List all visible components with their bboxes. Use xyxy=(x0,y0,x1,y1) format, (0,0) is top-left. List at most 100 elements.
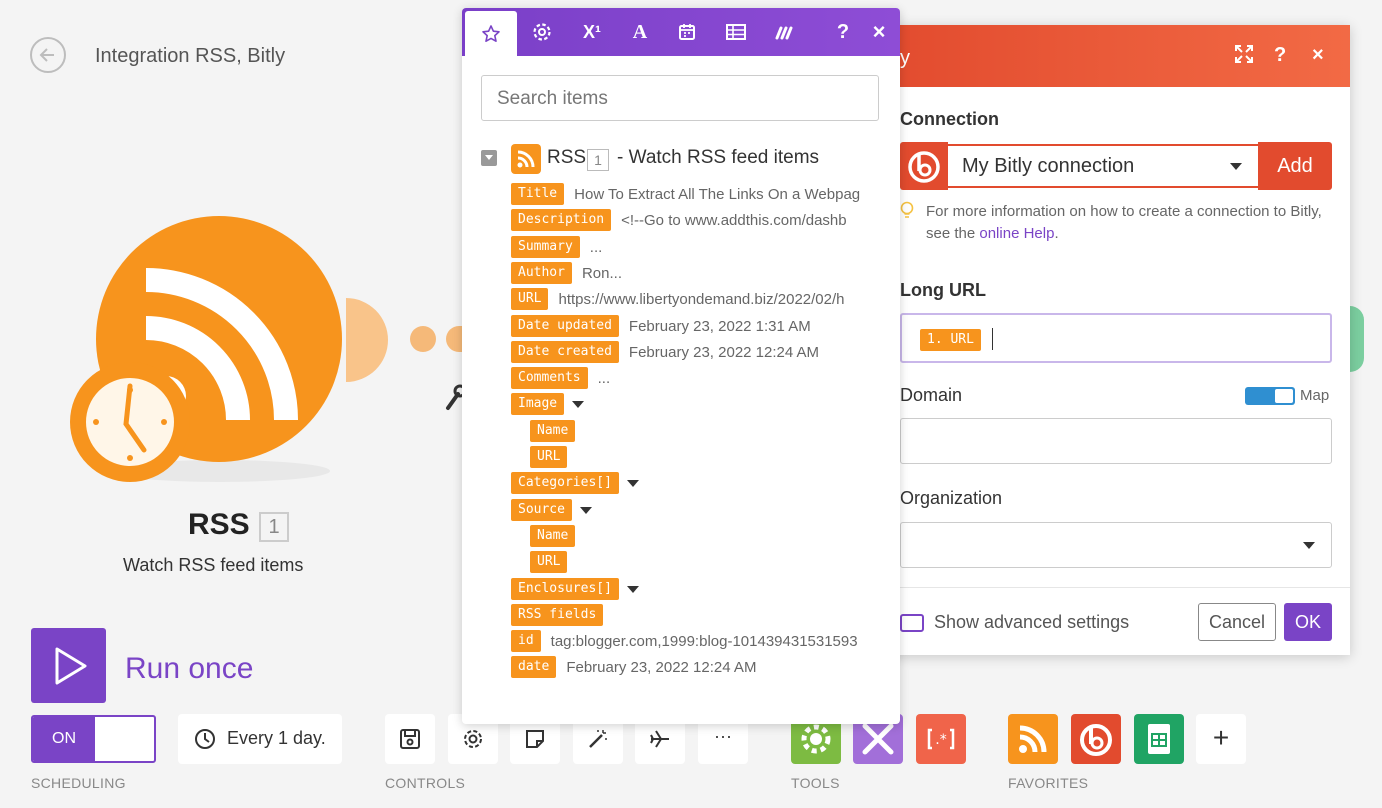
mapping-item[interactable]: Date created February 23, 2022 12:24 AM xyxy=(511,341,874,363)
clock-icon xyxy=(195,729,215,749)
search-input[interactable]: Search items xyxy=(481,75,879,121)
mapping-item-pill[interactable]: Image xyxy=(511,393,565,415)
mapping-item-pill[interactable]: Date updated xyxy=(511,315,619,337)
mapping-item[interactable]: date February 23, 2022 12:24 AM xyxy=(511,656,874,678)
cancel-button[interactable]: Cancel xyxy=(1198,603,1276,641)
mapping-item-pill[interactable]: Description xyxy=(511,209,612,231)
tool-text-parser[interactable]: .* xyxy=(916,714,966,764)
mapping-item[interactable]: Categories[] xyxy=(511,472,874,494)
mapping-item-value: tag:blogger.com,1999:blog-10143943153159… xyxy=(550,632,858,650)
tab-date[interactable] xyxy=(663,8,711,56)
collapse-icon[interactable] xyxy=(481,150,497,166)
mapping-item-value: Ron... xyxy=(581,264,622,282)
back-button[interactable] xyxy=(30,37,66,73)
expand-icon[interactable] xyxy=(1234,44,1254,70)
mapping-item[interactable]: Author Ron... xyxy=(511,262,874,284)
mapping-item-pill[interactable]: RSS fields xyxy=(511,604,604,626)
mapping-item[interactable]: URL xyxy=(530,446,874,468)
schedule-text: Every 1 day. xyxy=(227,728,326,748)
mapping-item[interactable]: RSS fields xyxy=(511,604,874,626)
expand-caret-icon[interactable] xyxy=(626,479,639,487)
scenario-title: Integration RSS, Bitly xyxy=(95,45,286,67)
scheduling-state: ON xyxy=(33,717,95,761)
play-icon xyxy=(55,647,87,685)
panel-header: y ? × xyxy=(880,25,1350,87)
favorite-google-sheets[interactable] xyxy=(1134,714,1184,764)
mapped-value-pill[interactable]: 1. URL xyxy=(920,329,981,351)
advanced-settings-checkbox[interactable] xyxy=(900,614,924,632)
mapping-item-pill[interactable]: Name xyxy=(530,420,576,442)
mapping-item-pill[interactable]: Source xyxy=(511,499,572,521)
expand-caret-icon[interactable] xyxy=(572,400,585,408)
arrow-left-icon xyxy=(39,48,54,62)
mapping-item[interactable]: Image xyxy=(511,393,874,415)
gear-icon xyxy=(533,23,551,41)
mapping-item-pill[interactable]: id xyxy=(511,630,541,652)
run-once-label[interactable]: Run once xyxy=(125,652,253,686)
mapping-item[interactable]: Source xyxy=(511,499,874,521)
save-button[interactable] xyxy=(385,714,435,764)
mapping-item[interactable]: URL https://www.libertyondemand.biz/2022/… xyxy=(511,288,874,310)
add-favorite-button[interactable]: + xyxy=(1196,714,1246,764)
mapping-item[interactable]: Description <!--Go to www.addthis.com/das… xyxy=(511,209,874,231)
mapping-item[interactable]: Name xyxy=(530,525,874,547)
run-once-button[interactable] xyxy=(31,628,106,703)
tab-text[interactable]: A xyxy=(616,8,664,56)
mapping-item-pill[interactable]: Name xyxy=(530,525,576,547)
ok-button[interactable]: OK xyxy=(1284,603,1332,641)
tab-favorites[interactable] xyxy=(465,11,517,56)
mapping-item[interactable]: Summary... xyxy=(511,236,874,258)
close-icon[interactable]: × xyxy=(1312,44,1324,67)
schedule-settings[interactable]: Every 1 day. xyxy=(178,714,342,764)
mapping-item[interactable]: Enclosures[] xyxy=(511,578,874,600)
long-url-input[interactable]: 1. URL xyxy=(900,313,1332,363)
tab-custom[interactable] xyxy=(761,8,809,56)
organization-select[interactable] xyxy=(900,522,1332,568)
mapping-item-pill[interactable]: Categories[] xyxy=(511,472,619,494)
mapping-item[interactable]: Title How To Extract All The Links On a W… xyxy=(511,183,874,205)
mapping-item-pill[interactable]: Title xyxy=(511,183,565,205)
mapping-tabs: X¹ A ? × xyxy=(462,8,900,56)
tab-array[interactable] xyxy=(712,8,760,56)
mapping-item-pill[interactable]: Comments xyxy=(511,367,588,389)
online-help-link[interactable]: online Help xyxy=(979,225,1054,242)
connector-handle[interactable] xyxy=(346,298,388,382)
close-icon[interactable]: × xyxy=(855,8,900,56)
advanced-settings-label[interactable]: Show advanced settings xyxy=(934,612,1129,633)
expand-caret-icon[interactable] xyxy=(579,506,592,514)
mapping-item[interactable]: Comments... xyxy=(511,367,874,389)
domain-input[interactable] xyxy=(900,418,1332,464)
connection-select[interactable]: My Bitly connection xyxy=(948,144,1258,188)
map-toggle[interactable] xyxy=(1245,387,1295,405)
mapping-item-pill[interactable]: Author xyxy=(511,262,572,284)
next-module-edge[interactable] xyxy=(1350,306,1364,372)
mapping-item-value: ... xyxy=(597,369,611,387)
add-connection-button[interactable]: Add xyxy=(1258,142,1332,190)
mapping-item-pill[interactable]: URL xyxy=(530,446,568,468)
mapping-item[interactable]: Name xyxy=(530,420,874,442)
mapping-item-pill[interactable]: Enclosures[] xyxy=(511,578,619,600)
mapping-item[interactable]: Date updated February 23, 2022 1:31 AM xyxy=(511,315,874,337)
mapping-item-pill[interactable]: Date created xyxy=(511,341,619,363)
mapping-item[interactable]: id tag:blogger.com,1999:blog-101439431531… xyxy=(511,630,874,652)
favorite-rss[interactable] xyxy=(1008,714,1058,764)
mapping-item-pill[interactable]: URL xyxy=(511,288,549,310)
expand-caret-icon[interactable] xyxy=(626,585,639,593)
favorite-bitly[interactable] xyxy=(1071,714,1121,764)
mapping-item-pill[interactable]: Summary xyxy=(511,236,580,258)
svg-text:.*: .* xyxy=(935,732,946,748)
help-icon[interactable]: ? xyxy=(1274,44,1286,67)
module-number: 1 xyxy=(259,512,289,542)
tab-general[interactable] xyxy=(518,8,566,56)
regex-icon: .* xyxy=(927,728,955,750)
mapping-item-pill[interactable]: URL xyxy=(530,551,568,573)
scheduling-toggle[interactable]: ON xyxy=(31,715,156,763)
tab-math[interactable]: X¹ xyxy=(568,8,616,56)
mapping-item[interactable]: URL xyxy=(530,551,874,573)
superscript-icon: X¹ xyxy=(583,21,601,42)
module-subtitle: Watch RSS feed items xyxy=(123,555,304,575)
note-icon xyxy=(526,730,544,748)
table-icon xyxy=(726,24,746,40)
map-label: Map xyxy=(1300,387,1330,404)
mapping-item-pill[interactable]: date xyxy=(511,656,557,678)
